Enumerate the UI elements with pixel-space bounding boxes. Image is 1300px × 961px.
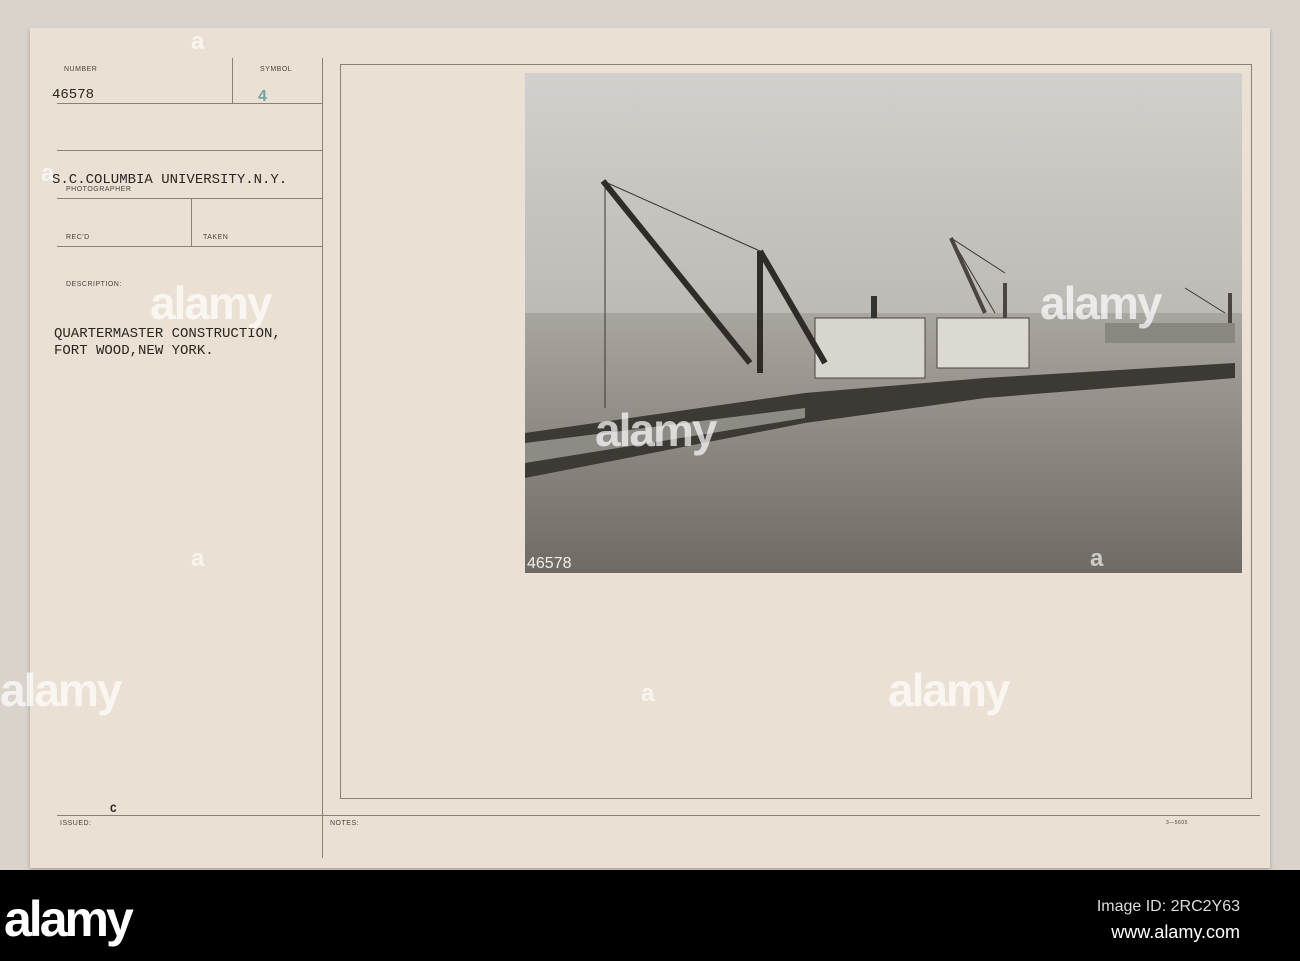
recd-label: REC'D xyxy=(66,234,90,241)
watermark-letter: a xyxy=(191,28,205,55)
watermark: alamy xyxy=(0,664,122,716)
watermark: alamy xyxy=(1040,277,1162,329)
watermark: alamy xyxy=(888,664,1010,716)
description-label: DESCRIPTION: xyxy=(66,281,122,288)
watermark: alamy xyxy=(150,277,272,329)
description-line-2: FORT WOOD,NEW YORK. xyxy=(54,343,214,359)
image-id: Image ID: 2RC2Y63 xyxy=(1096,898,1240,915)
notes-label: NOTES: xyxy=(330,820,360,827)
watermark-letter: a xyxy=(1090,545,1104,572)
divider xyxy=(57,815,1260,816)
photographer-label: PHOTOGRAPHER xyxy=(66,186,132,193)
divider xyxy=(232,58,233,104)
watermark-letter: a xyxy=(191,545,205,572)
watermark: alamy xyxy=(595,404,717,456)
alamy-logo: alamy xyxy=(4,891,134,947)
symbol-label: SYMBOL xyxy=(260,66,293,73)
divider xyxy=(57,198,322,199)
divider xyxy=(57,103,322,104)
divider xyxy=(191,198,192,246)
taken-label: TAKEN xyxy=(203,234,229,241)
divider xyxy=(57,150,322,151)
number-value: 46578 xyxy=(52,87,95,103)
issued-label: ISSUED: xyxy=(60,820,92,827)
watermark-letter: a xyxy=(641,680,655,707)
column-divider xyxy=(322,58,323,858)
watermark-letter: a xyxy=(41,160,55,187)
site-url[interactable]: www.alamy.com xyxy=(1111,922,1240,943)
number-label: NUMBER xyxy=(64,66,98,73)
issued-value: C xyxy=(110,804,117,816)
divider xyxy=(57,246,322,247)
form-number: 3—5605 xyxy=(1166,820,1188,826)
negative-number: 46578 xyxy=(527,555,572,572)
